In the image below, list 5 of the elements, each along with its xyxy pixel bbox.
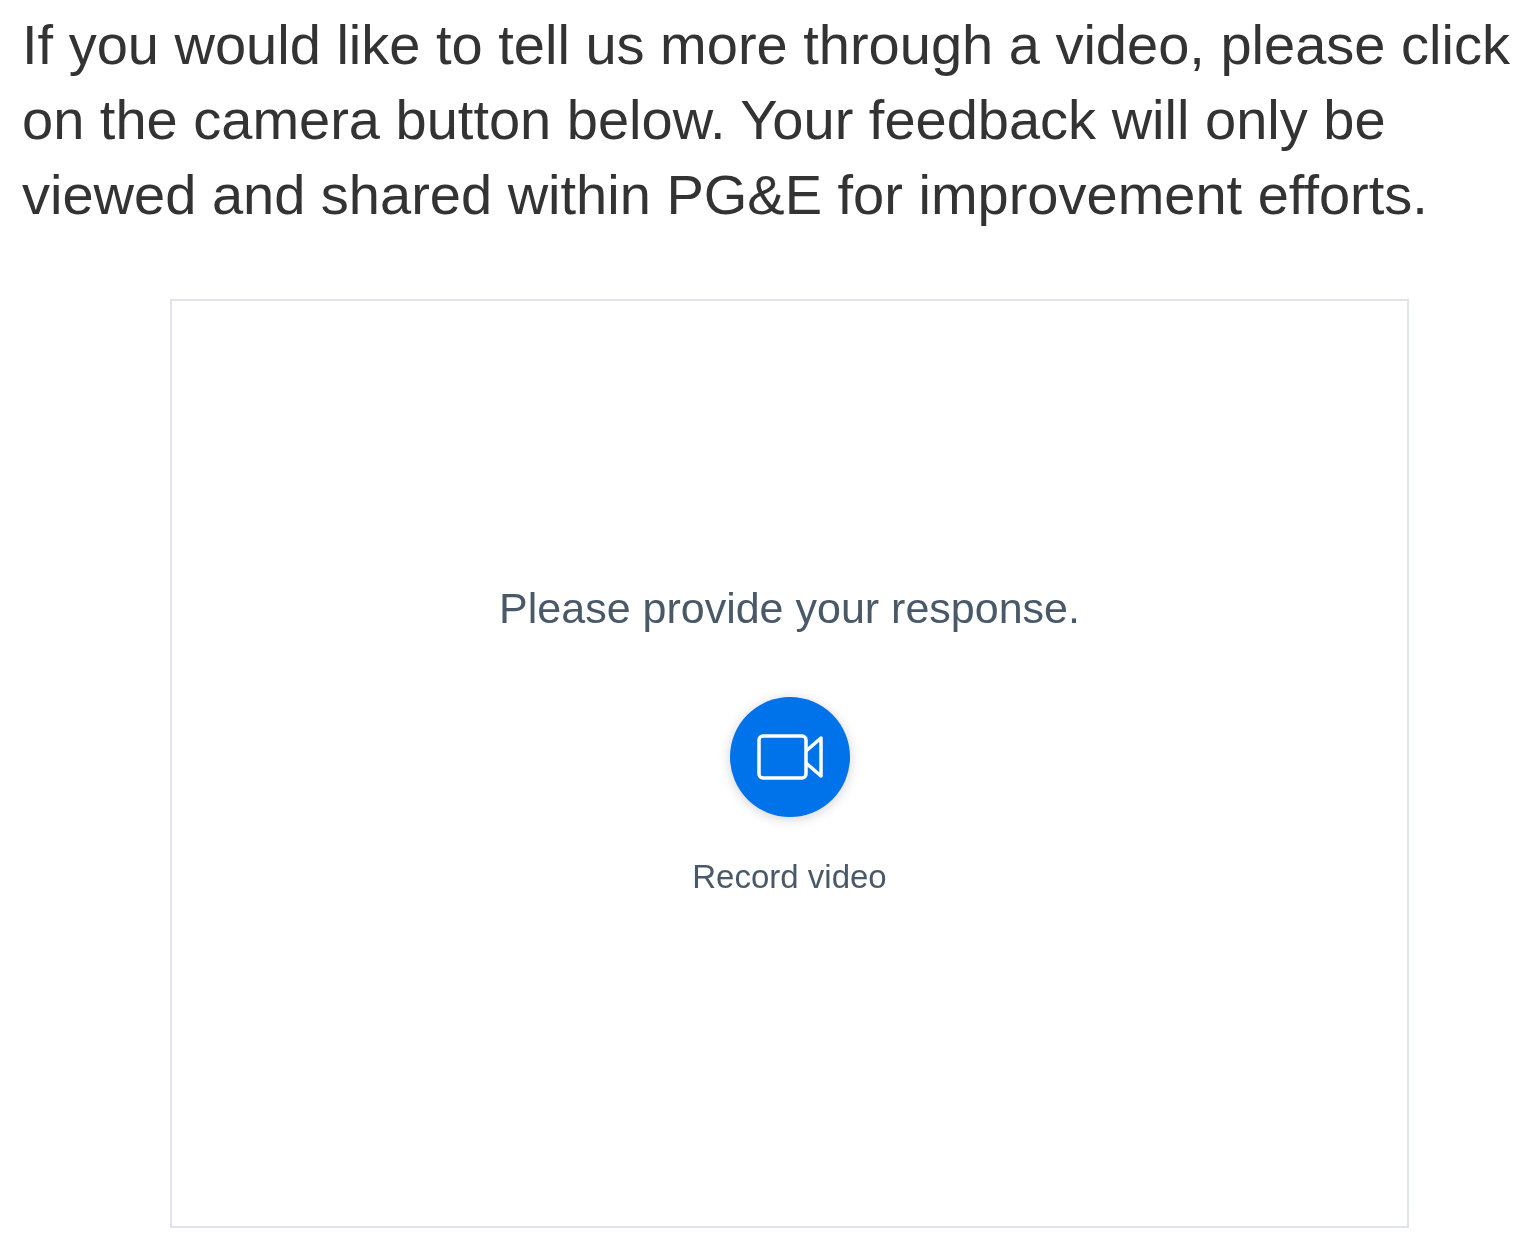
record-video-button[interactable] (729, 697, 850, 817)
video-camera-icon (756, 734, 823, 780)
intro-paragraph: If you would like to tell us more through a video, please click on the camera button below. Your feedback will only be viewed and shared within PG&E for improvement efforts. (22, 12, 1511, 228)
response-prompt: Please provide your response. (499, 583, 1080, 633)
record-video-label: Record video (692, 857, 887, 897)
